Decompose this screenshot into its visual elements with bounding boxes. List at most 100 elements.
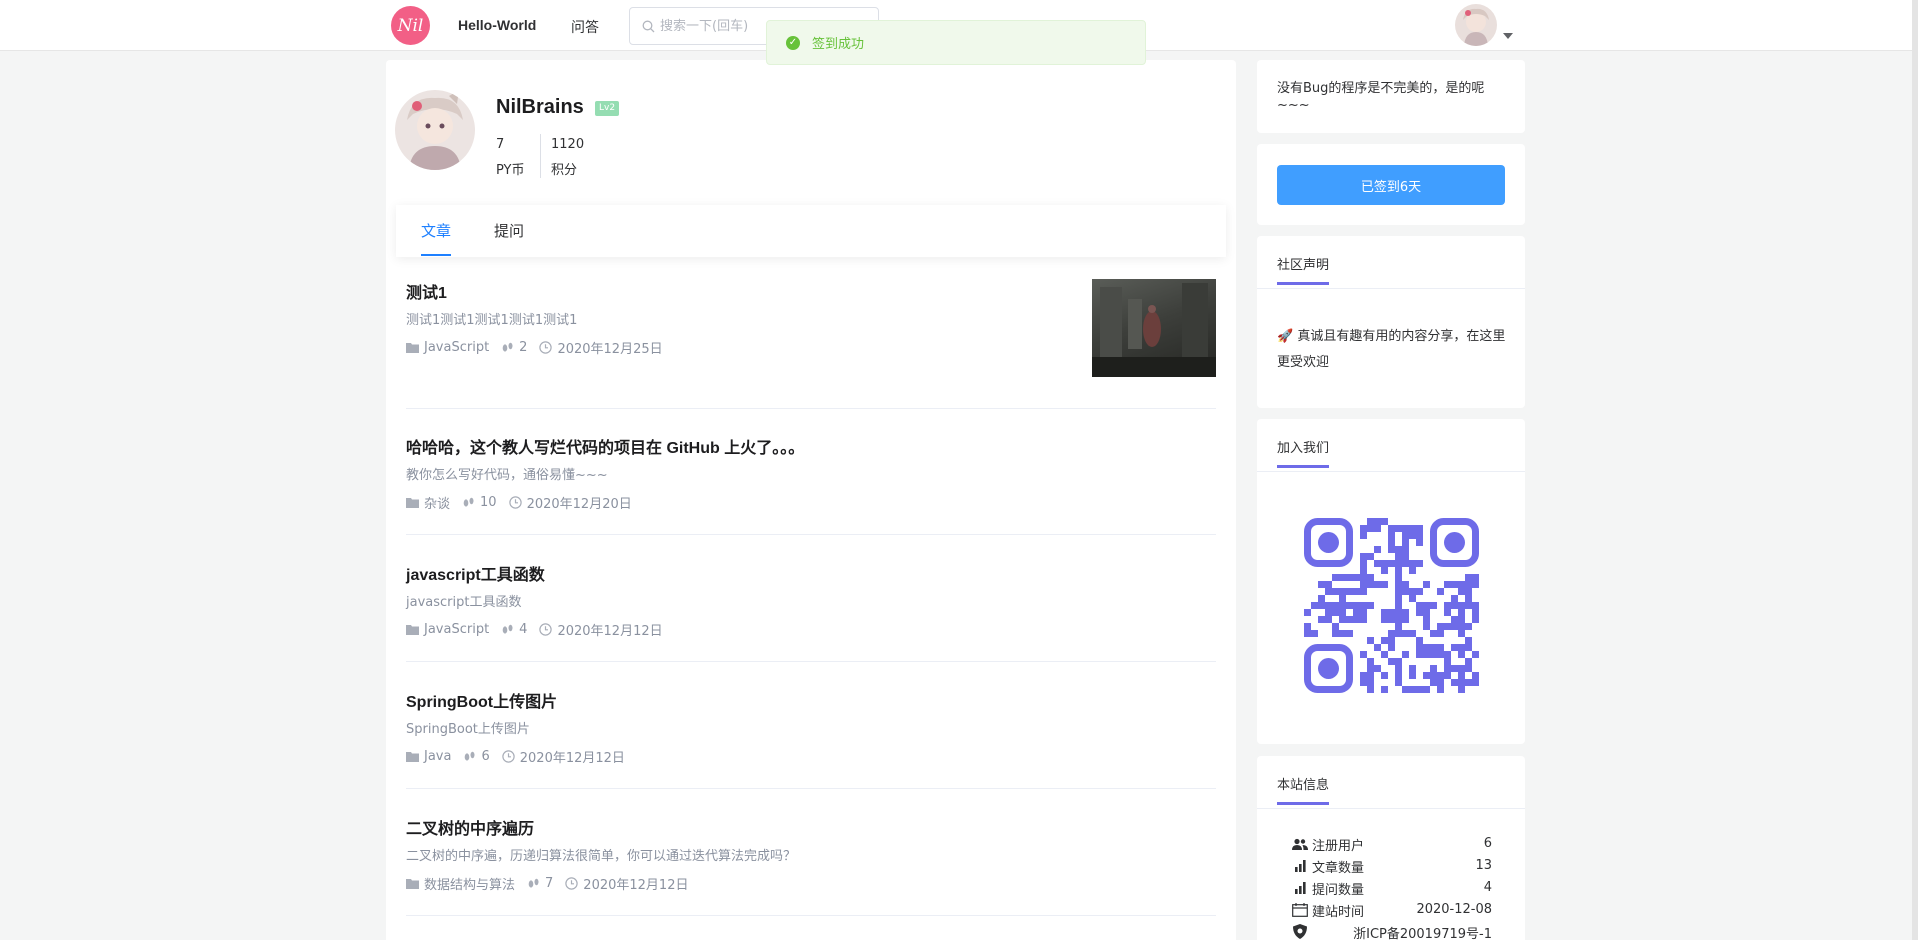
article-title[interactable]: SpringBoot上传图片 [406,688,557,712]
article-item[interactable]: 二叉树的中序遍历 二叉树的中序遍，历递归算法很简单，你可以通过迭代算法完成吗？ … [406,815,1216,916]
slogan-text: 没有Bug的程序是不完美的，是的呢~~~ [1277,81,1485,113]
article-item[interactable]: 测试1 测试1测试1测试1测试1测试1 JavaScript 2 2020年12… [406,279,1216,409]
info-row-icp[interactable]: 浙ICP备20019719号-1 [1292,921,1492,940]
stat-coins: 7 PY币 [496,134,525,178]
article-views-count: 6 [481,749,490,764]
profile-name: NilBrains [496,96,584,118]
article-desc: 二叉树的中序遍，历递归算法很简单，你可以通过迭代算法完成吗？ [406,849,797,864]
stat-coins-label: PY币 [496,163,525,178]
article-views: 4 [501,622,527,637]
article-date-text: 2020年12月12日 [519,751,625,766]
info-value: 6 [1483,836,1492,851]
qr-code-image [1304,518,1479,693]
stat-points: 1120 积分 [540,134,584,178]
article-item[interactable]: SpringBoot上传图片 SpringBoot上传图片 Java 6 202… [406,688,1216,789]
toast-message: 签到成功 [812,37,865,52]
article-category[interactable]: 杂谈 [406,493,450,512]
clock-icon [502,750,515,763]
site-info-card: 本站信息 注册用户 6 文章数量 13 提问数量 4 建站时间 2020-12-… [1257,756,1525,940]
check-circle-icon: ✓ [786,35,800,50]
search-icon [642,20,655,33]
footprint-icon [465,751,475,761]
shield-icon [1293,923,1307,939]
card-header: 社区声明 [1257,236,1525,289]
article-meta: JavaScript 4 2020年12月12日 [406,620,675,639]
profile-tabs: 文章 提问 [396,205,1226,257]
nav-link-qa[interactable]: 问答 [571,17,599,37]
article-date-text: 2020年12月12日 [557,624,663,639]
article-item[interactable]: javascript工具函数 javascript工具函数 JavaScript… [406,561,1216,662]
clock-icon [565,877,578,890]
nav-link-hello-world[interactable]: Hello-World [458,17,536,33]
info-row-articles: 文章数量 13 [1292,856,1492,876]
article-views: 6 [463,749,490,764]
article-desc: 教你怎么写好代码，通俗易懂~~~ [406,468,608,483]
site-logo[interactable]: Nil [391,6,430,45]
article-category[interactable]: JavaScript [406,340,489,355]
article-title[interactable]: javascript工具函数 [406,561,545,585]
info-title: 本站信息 [1277,774,1330,805]
stat-coins-value: 7 [496,137,505,152]
article-date-text: 2020年12月12日 [583,878,689,893]
article-category-label: 数据结构与算法 [424,878,516,893]
users-icon [1292,838,1308,850]
clock-icon [539,341,553,354]
article-date: 2020年12月12日 [502,747,625,766]
tab-questions[interactable]: 提问 [494,220,524,254]
article-date-text: 2020年12月20日 [526,497,632,512]
article-category[interactable]: Java [406,749,451,764]
folder-icon [406,752,419,762]
article-category-label: JavaScript [424,340,490,355]
folder-icon [406,498,419,508]
article-views: 2 [501,340,527,355]
article-views-count: 2 [519,340,528,355]
article-views-count: 7 [545,876,554,891]
article-category-label: 杂谈 [424,497,451,512]
level-badge: Lv2 [595,101,620,116]
join-card: 加入我们 [1257,419,1525,744]
bar-chart-icon [1295,860,1306,872]
user-avatar[interactable] [1455,4,1497,46]
article-title[interactable]: 测试1 [406,279,447,303]
footprint-icon [528,878,539,888]
article-title[interactable]: 哈哈哈，这个教人写烂代码的项目在 GitHub 上火了。。。 [406,434,804,458]
card-header: 本站信息 [1257,756,1525,809]
icp-license-link[interactable]: 浙ICP备20019719号-1 [1353,923,1492,940]
signin-card: 已签到6天 [1257,144,1525,225]
article-category-label: Java [424,749,452,764]
notice-card: 社区声明 🚀 真诚且有趣有用的内容分享，在这里更受欢迎 [1257,236,1525,408]
article-title[interactable]: 二叉树的中序遍历 [406,815,534,839]
info-label: 提问数量 [1312,882,1365,898]
page-scrollbar[interactable] [1912,0,1918,940]
article-thumbnail[interactable] [1092,279,1216,377]
article-date: 2020年12月12日 [565,874,688,893]
folder-icon [406,343,419,353]
article-desc: 测试1测试1测试1测试1测试1 [406,313,578,328]
main-content: NilBrains Lv2 7 PY币 1120 积分 文章 提问 测试1 测试… [386,60,1236,940]
clock-icon [539,623,553,636]
article-category-label: JavaScript [424,622,490,637]
tab-articles[interactable]: 文章 [421,220,452,256]
folder-icon [406,879,419,889]
article-category[interactable]: 数据结构与算法 [406,874,515,893]
info-row-founded: 建站时间 2020-12-08 [1292,900,1492,920]
signin-button[interactable]: 已签到6天 [1277,165,1505,205]
article-date-text: 2020年12月25日 [557,342,663,357]
article-views-count: 10 [480,495,497,510]
article-category[interactable]: JavaScript [406,622,489,637]
bar-chart-icon [1295,882,1306,894]
notice-text: 🚀 真诚且有趣有用的内容分享，在这里更受欢迎 [1277,329,1506,370]
chevron-down-icon[interactable] [1503,33,1513,39]
info-value: 2020-12-08 [1416,902,1492,917]
info-label: 建站时间 [1312,904,1365,920]
footprint-icon [502,624,513,634]
article-item[interactable]: 哈哈哈，这个教人写烂代码的项目在 GitHub 上火了。。。 教你怎么写好代码，… [406,434,1216,535]
article-date: 2020年12月12日 [539,620,663,639]
article-views-count: 4 [519,622,528,637]
card-header: 加入我们 [1257,419,1525,472]
article-meta: JavaScript 2 2020年12月25日 [406,338,675,357]
info-label: 注册用户 [1312,838,1365,854]
article-meta: Java 6 2020年12月12日 [406,747,637,766]
info-value: 4 [1483,880,1492,895]
stat-points-label: 积分 [551,163,578,178]
